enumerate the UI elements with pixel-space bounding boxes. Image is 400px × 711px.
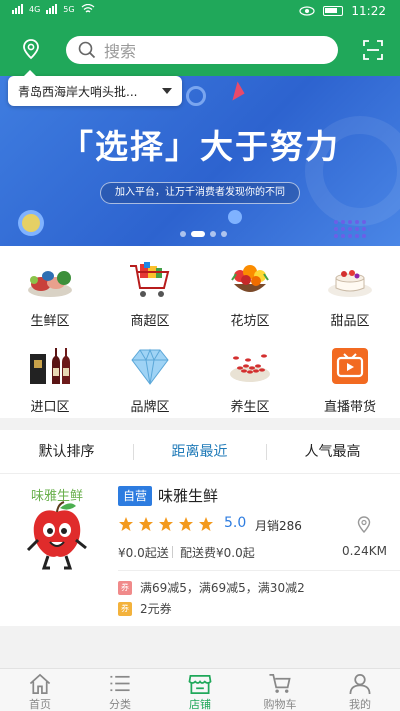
category-flowers[interactable]: 花坊区 — [200, 246, 300, 332]
category-imported[interactable]: 进口区 — [0, 332, 100, 418]
banner-decoration — [22, 214, 40, 232]
tab-popular[interactable]: 人气最高 — [266, 430, 399, 474]
location-pin-icon — [357, 516, 371, 534]
wifi-icon — [81, 4, 95, 13]
network-label-2: 5G — [63, 4, 75, 14]
star-rating — [118, 516, 214, 532]
banner-decoration — [225, 81, 245, 101]
wine-bottles-icon — [30, 348, 70, 384]
clock: 11:22 — [351, 4, 386, 18]
bottom-nav: 首页 分类 店铺 购物车 我的 — [0, 668, 400, 711]
banner-dot-grid — [334, 220, 366, 238]
category-brand[interactable]: 品牌区 — [100, 332, 200, 418]
battery-icon — [323, 6, 344, 16]
nav-store[interactable]: 店铺 — [160, 669, 240, 711]
category-label: 直播带货 — [323, 400, 376, 415]
distance: 0.24KM — [342, 544, 387, 558]
search-input[interactable]: 搜索 — [66, 36, 338, 64]
chevron-down-icon — [162, 88, 172, 94]
category-label: 品牌区 — [130, 400, 170, 415]
tab-default-sort[interactable]: 默认排序 — [0, 430, 133, 474]
category-health[interactable]: 养生区 — [200, 332, 300, 418]
home-icon — [29, 673, 51, 694]
category-label: 进口区 — [30, 400, 70, 415]
banner-headline: 「选择」大于努力 — [60, 127, 340, 166]
flower-basket-icon — [231, 265, 269, 292]
store-icon — [188, 674, 212, 694]
nav-label: 首页 — [29, 698, 51, 711]
signal-icon — [12, 4, 23, 14]
banner-subline: 加入平台，让万千消费者发现你的不同 — [100, 182, 300, 204]
banner-decoration — [186, 86, 206, 106]
store-logo-text: 味雅生鲜 — [31, 489, 83, 504]
star-icon — [159, 517, 173, 531]
store-logo: 味雅生鲜 — [26, 489, 87, 570]
category-label: 花坊区 — [230, 314, 270, 329]
sort-tabs: 默认排序 距离最近 人气最高 — [0, 430, 400, 474]
status-bar: 4G 5G 11:22 — [0, 0, 400, 24]
coupon-badge: 券 — [118, 601, 132, 616]
nav-profile[interactable]: 我的 — [320, 669, 400, 711]
category-grid: 生鲜区 商超区 花坊区 甜品区 进口区 品牌区 养生区 直播带货 — [0, 246, 400, 418]
search-placeholder: 搜索 — [104, 42, 137, 61]
dessert-icon — [328, 270, 372, 297]
category-label: 养生区 — [230, 400, 270, 415]
nav-label: 店铺 — [189, 698, 211, 711]
divider — [172, 546, 173, 558]
banner-decoration — [228, 210, 242, 224]
promo-row: 券 2元券 — [118, 600, 172, 617]
delivery-fee: 配送费¥0.0起 — [180, 546, 255, 560]
profile-icon — [349, 674, 371, 695]
promo-text: 2元券 — [140, 602, 172, 616]
signal-icon-2 — [46, 4, 58, 14]
store-card[interactable]: 味雅生鲜 自营 味雅生鲜 5.0 月销286 ¥0.0起送 配送费¥0.0起 0… — [0, 474, 400, 626]
nav-label: 分类 — [109, 698, 131, 711]
cart-icon — [269, 674, 291, 693]
tab-nearest[interactable]: 距离最近 — [133, 430, 266, 474]
diamond-icon — [131, 348, 169, 385]
network-label: 4G — [29, 4, 41, 14]
store-name: 味雅生鲜 — [158, 487, 219, 505]
self-operated-badge: 自营 — [118, 486, 152, 506]
nav-cart[interactable]: 购物车 — [240, 669, 320, 711]
category-label: 甜品区 — [330, 314, 370, 329]
location-selector[interactable]: 青岛西海岸大哨头批... — [8, 70, 182, 106]
divider — [118, 570, 400, 571]
min-order: ¥0.0起送 — [118, 546, 169, 560]
banner-indicator — [180, 231, 227, 237]
location-text: 青岛西海岸大哨头批... — [18, 84, 138, 99]
promo-row: 券 满69减5，满69减5，满30减2 — [118, 579, 305, 596]
coupon-badge: 券 — [118, 580, 132, 595]
star-icon — [179, 517, 193, 531]
nav-label: 购物车 — [263, 698, 297, 711]
promo-text: 满69减5，满69减5，满30减2 — [140, 581, 305, 595]
category-label: 生鲜区 — [30, 314, 70, 329]
star-icon — [199, 517, 213, 531]
goji-berry-icon — [230, 354, 270, 382]
category-label: 商超区 — [130, 314, 170, 329]
nav-label: 我的 — [349, 698, 371, 711]
scan-icon[interactable] — [362, 39, 384, 61]
monthly-sales: 月销286 — [255, 519, 302, 533]
category-dessert[interactable]: 甜品区 — [300, 246, 400, 332]
category-supermarket[interactable]: 商超区 — [100, 246, 200, 332]
star-icon — [119, 517, 133, 531]
eye-icon — [299, 6, 316, 16]
nav-category[interactable]: 分类 — [80, 669, 160, 711]
location-pin-icon[interactable] — [20, 38, 42, 60]
fresh-produce-icon — [28, 271, 72, 297]
category-fresh[interactable]: 生鲜区 — [0, 246, 100, 332]
live-tv-icon — [332, 348, 368, 384]
category-live[interactable]: 直播带货 — [300, 332, 400, 418]
shopping-cart-icon — [130, 262, 170, 297]
search-icon — [78, 41, 96, 59]
top-header: 4G 5G 11:22 搜索 — [0, 0, 400, 76]
star-icon — [139, 517, 153, 531]
list-icon — [110, 675, 130, 692]
nav-home[interactable]: 首页 — [0, 669, 80, 711]
rating-value: 5.0 — [224, 515, 247, 531]
